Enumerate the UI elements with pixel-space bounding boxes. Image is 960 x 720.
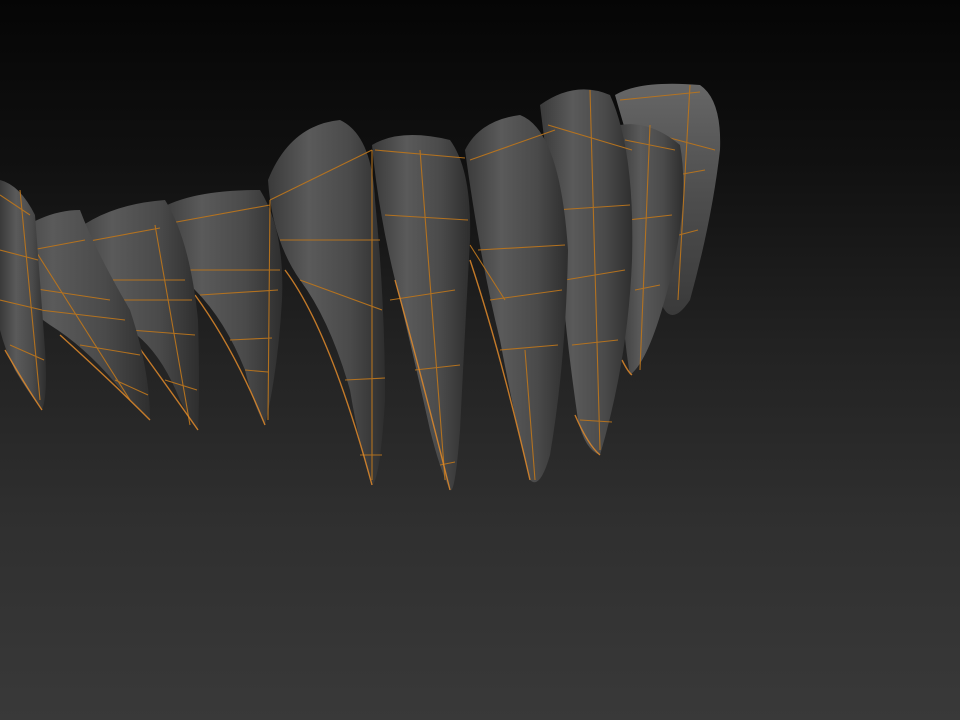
teeth-mesh-render[interactable] xyxy=(0,0,960,720)
tooth-center xyxy=(372,135,471,491)
tooth-left-1 xyxy=(268,120,386,486)
tooth-right-3 xyxy=(465,115,568,483)
3d-viewport[interactable] xyxy=(0,0,960,720)
tooth-left-5 xyxy=(0,180,46,411)
